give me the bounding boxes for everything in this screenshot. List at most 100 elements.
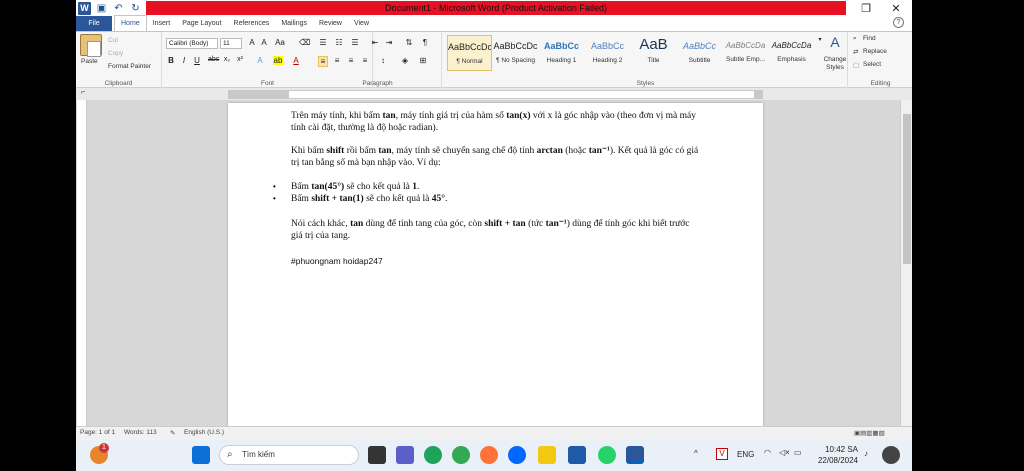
app-icon[interactable]	[452, 446, 470, 464]
highlight-icon[interactable]: ab	[273, 56, 283, 65]
clock-date[interactable]: 22/08/2024	[812, 456, 858, 465]
vertical-scrollbar[interactable]	[900, 100, 912, 426]
proofing-icon[interactable]: ✎	[170, 429, 175, 437]
bullets-icon[interactable]: ☰	[318, 38, 328, 47]
style-subtle-emphasis[interactable]: AaBbCcDa Subtle Emp...	[723, 35, 768, 71]
task-view-icon[interactable]	[368, 446, 386, 464]
chevron-up-icon[interactable]: ^	[694, 449, 698, 458]
tab-file[interactable]: File	[76, 16, 112, 31]
horizontal-ruler[interactable]	[228, 90, 763, 99]
underline-icon[interactable]: U	[192, 56, 202, 65]
shrink-font-icon[interactable]: A	[259, 38, 269, 47]
tab-page-layout[interactable]: Page Layout	[176, 16, 227, 31]
format-painter-button[interactable]: Format Painter	[108, 63, 151, 70]
tab-selector-icon[interactable]: ⌐	[78, 89, 88, 96]
word-taskbar-icon[interactable]	[626, 446, 644, 464]
find-button[interactable]: Find	[863, 35, 876, 42]
tab-insert[interactable]: Insert	[147, 16, 177, 31]
bold-icon[interactable]: B	[166, 56, 176, 65]
decrease-indent-icon[interactable]: ⇤	[370, 38, 380, 47]
file-explorer-icon[interactable]	[538, 446, 556, 464]
whatsapp-icon[interactable]	[598, 446, 616, 464]
clock-time[interactable]: 10:42 SA	[818, 445, 858, 454]
font-family-select[interactable]: Calibri (Body)	[166, 38, 218, 49]
battery-icon[interactable]: ▭	[794, 448, 802, 457]
numbering-icon[interactable]: ☷	[334, 38, 344, 47]
text-effects-icon[interactable]: A	[255, 56, 265, 65]
styles-more-icon[interactable]: ▾	[815, 36, 825, 43]
volume-icon[interactable]: ◁×	[779, 448, 790, 457]
line-spacing-icon[interactable]: ↕	[378, 56, 388, 65]
style-heading-2[interactable]: AaBbCc Heading 2	[585, 35, 630, 71]
style-title[interactable]: AaB Title	[631, 35, 676, 71]
word-count[interactable]: Words: 113	[124, 429, 157, 436]
show-marks-icon[interactable]: ¶	[420, 38, 430, 47]
cut-button[interactable]: Cut	[108, 37, 118, 44]
profile-icon[interactable]	[882, 446, 900, 464]
align-right-icon[interactable]: ≡	[346, 56, 356, 65]
word-logo-icon[interactable]: W	[78, 1, 91, 15]
italic-icon[interactable]: I	[179, 56, 189, 65]
antivirus-icon[interactable]: V	[716, 448, 728, 460]
redo-icon[interactable]: ↻	[129, 2, 142, 15]
font-color-icon[interactable]: A	[291, 56, 301, 65]
align-center-icon[interactable]: ≡	[332, 56, 342, 65]
align-left-icon[interactable]: ≡	[318, 56, 328, 67]
subscript-icon[interactable]: x₂	[222, 56, 232, 63]
tab-view[interactable]: View	[348, 16, 375, 31]
language-label[interactable]: ENG	[737, 450, 754, 459]
save-icon[interactable]: ▣	[95, 2, 108, 15]
wifi-icon[interactable]: ◠	[764, 448, 771, 457]
firefox-icon[interactable]	[480, 446, 498, 464]
tab-home[interactable]: Home	[114, 15, 147, 31]
increase-indent-icon[interactable]: ⇥	[384, 38, 394, 47]
superscript-icon[interactable]: x²	[235, 56, 245, 63]
select-button[interactable]: Select	[863, 61, 881, 68]
start-icon[interactable]	[192, 446, 210, 464]
zalo-icon[interactable]	[508, 446, 526, 464]
store-icon[interactable]	[568, 446, 586, 464]
tab-mailings[interactable]: Mailings	[275, 16, 313, 31]
change-case-icon[interactable]: Aa	[275, 38, 285, 47]
close-icon[interactable]: ✕	[882, 0, 910, 16]
restore-icon[interactable]: ❐	[852, 0, 880, 16]
font-size-select[interactable]: 11	[220, 38, 242, 49]
style-emphasis[interactable]: AaBbCcDa Emphasis	[769, 35, 814, 71]
scrollbar-thumb[interactable]	[903, 114, 911, 264]
clear-formatting-icon[interactable]: ⌫	[299, 38, 310, 47]
language-indicator[interactable]: English (U.S.)	[184, 429, 224, 436]
help-icon[interactable]: ?	[893, 17, 904, 28]
paste-icon[interactable]	[80, 34, 102, 57]
undo-icon[interactable]: ↶	[112, 2, 125, 15]
style-normal[interactable]: AaBbCcDc ¶ Normal	[447, 35, 492, 71]
justify-icon[interactable]: ≡	[360, 56, 370, 65]
paste-button[interactable]: Paste	[81, 58, 98, 65]
list-item-2: Bấm shift + tan(1) sẽ cho kết quả là 45°…	[291, 194, 448, 204]
change-styles-button[interactable]: Change Styles	[822, 56, 848, 72]
paragraph-3: Nói cách khác, tan dùng để tính tang của…	[291, 218, 701, 242]
shading-icon[interactable]: ◈	[400, 56, 410, 65]
clipboard-label: Clipboard	[104, 80, 133, 87]
vertical-ruler[interactable]	[77, 100, 87, 426]
copy-button[interactable]: Copy	[108, 50, 123, 57]
replace-button[interactable]: Replace	[863, 48, 887, 55]
grow-font-icon[interactable]: A	[247, 38, 257, 47]
style-no-spacing[interactable]: AaBbCcDc ¶ No Spacing	[493, 35, 538, 71]
view-buttons[interactable]: ▣▤▥▦▧	[854, 429, 885, 437]
multilevel-list-icon[interactable]: ☰	[350, 38, 360, 47]
change-styles-icon[interactable]: A	[828, 34, 842, 50]
tab-references[interactable]: References	[228, 16, 276, 31]
style-heading-1[interactable]: AaBbCc Heading 1	[539, 35, 584, 71]
search-box[interactable]: Tìm kiếm	[219, 445, 359, 465]
strikethrough-icon[interactable]: abc	[208, 56, 219, 63]
style-subtitle[interactable]: AaBbCc Subtitle	[677, 35, 722, 71]
borders-icon[interactable]: ⊞	[418, 56, 428, 65]
sort-icon[interactable]: ⇅	[404, 38, 414, 47]
edge-icon[interactable]	[424, 446, 442, 464]
text-run: tan(45°)	[311, 182, 345, 192]
page-count[interactable]: Page: 1 of 1	[80, 429, 115, 436]
teams-icon[interactable]	[396, 446, 414, 464]
document-page[interactable]: Trên máy tính, khi bấm tan, máy tính giá…	[228, 103, 763, 426]
bell-icon[interactable]: ♪	[864, 449, 868, 458]
tab-review[interactable]: Review	[313, 16, 348, 31]
